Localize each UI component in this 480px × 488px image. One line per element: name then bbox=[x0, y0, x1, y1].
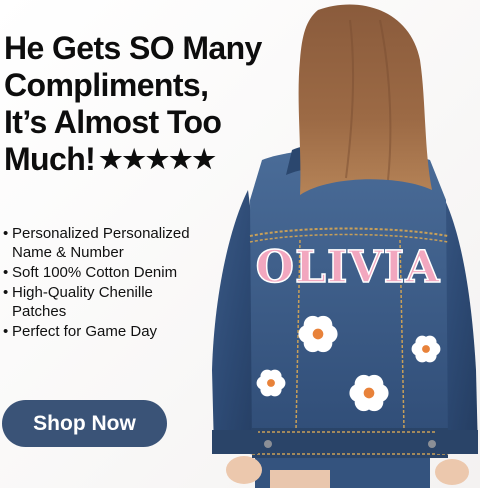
feature-item: • Soft 100% Cotton Denim bbox=[2, 263, 202, 282]
headline: He Gets SO Many Compliments, It’s Almost… bbox=[4, 30, 304, 178]
rating-stars-icon: ★★★★★ bbox=[99, 144, 216, 174]
bullet-icon: • bbox=[3, 225, 9, 242]
feature-item: • Personalized Personalized Name & Number bbox=[2, 224, 202, 262]
lower-body bbox=[255, 458, 430, 488]
shop-now-button[interactable]: Shop Now bbox=[2, 400, 167, 447]
feature-text: Perfect for Game Day bbox=[12, 323, 158, 340]
feature-text: High-Quality Chenille Patches bbox=[12, 284, 153, 320]
feature-list: • Personalized Personalized Name & Number… bbox=[2, 224, 202, 342]
feature-text: Personalized Personalized Name & Number bbox=[12, 225, 190, 261]
headline-line-4-text: Much! bbox=[4, 141, 96, 177]
feature-item: • Perfect for Game Day bbox=[2, 322, 202, 341]
headline-line-2: Compliments, bbox=[4, 67, 209, 103]
headline-line-1: He Gets SO Many bbox=[4, 30, 262, 66]
headline-line-4: Much! ★★★★★ bbox=[4, 141, 304, 178]
bullet-icon: • bbox=[3, 284, 9, 301]
right-hand bbox=[435, 459, 469, 485]
feature-text: Soft 100% Cotton Denim bbox=[12, 264, 178, 281]
left-hand bbox=[226, 456, 262, 484]
name-patch: OLIVIA bbox=[256, 242, 441, 293]
feature-item: • High-Quality Chenille Patches bbox=[2, 283, 202, 321]
bullet-icon: • bbox=[3, 323, 9, 340]
bullet-icon: • bbox=[3, 264, 9, 281]
headline-line-3: It’s Almost Too bbox=[4, 104, 222, 140]
